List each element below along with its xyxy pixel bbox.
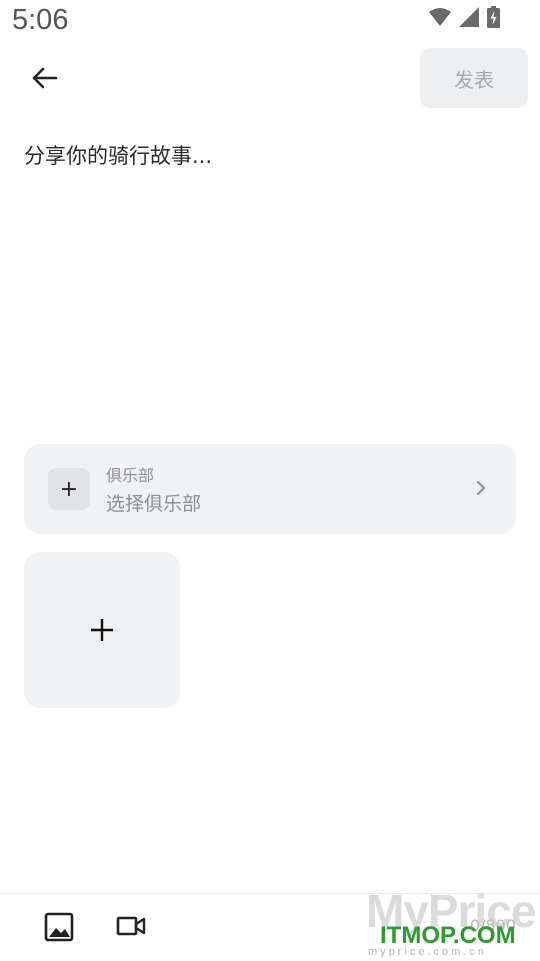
club-label: 俱乐部 xyxy=(106,466,155,485)
char-count: 0/800 xyxy=(469,916,516,935)
wifi-icon xyxy=(429,8,451,26)
club-value: 选择俱乐部 xyxy=(106,493,202,515)
club-add-icon: + xyxy=(48,468,90,510)
story-input[interactable] xyxy=(24,140,514,420)
signal-icon xyxy=(459,7,479,27)
chevron-right-icon xyxy=(477,481,485,495)
back-arrow-icon xyxy=(32,67,58,89)
publish-button[interactable]: 发表 xyxy=(420,48,528,108)
club-selector[interactable]: + 俱乐部 选择俱乐部 xyxy=(24,444,516,534)
add-media-button[interactable] xyxy=(24,552,180,708)
back-button[interactable] xyxy=(22,56,66,100)
video-icon[interactable] xyxy=(116,914,146,938)
image-icon[interactable] xyxy=(44,912,74,942)
bottom-toolbar: 0/800 xyxy=(0,893,540,961)
status-icons xyxy=(429,6,500,28)
plus-icon xyxy=(91,619,113,641)
status-time: 5:06 xyxy=(12,4,69,36)
battery-icon xyxy=(487,6,500,28)
status-bar: 5:06 xyxy=(0,0,540,44)
